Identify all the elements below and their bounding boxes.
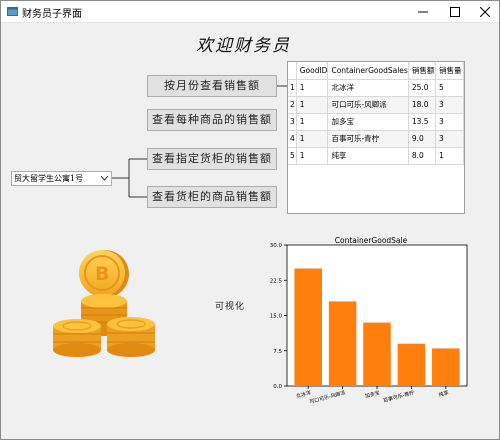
row-number: 1 bbox=[288, 79, 297, 97]
table-cell[interactable]: 1 bbox=[296, 130, 329, 148]
x-tick-label: 加多宝 bbox=[364, 389, 380, 400]
table-row[interactable]: 4 1 百事可乐-青柠 9.0 3 bbox=[288, 130, 464, 148]
row-number: 2 bbox=[288, 96, 297, 114]
table-cell[interactable]: 3 bbox=[435, 113, 464, 131]
y-tick-label: 22.5 bbox=[270, 278, 283, 284]
sales-bar-chart: ContainerGoodSale 0.0 7.5 15.0 22.5 30.0 北冰洋可… bbox=[270, 236, 468, 405]
container-select-value: 贸大留学生公寓1号 bbox=[14, 174, 84, 183]
table-cell[interactable]: 3 bbox=[435, 96, 464, 114]
table-cell[interactable]: 1 bbox=[296, 147, 329, 165]
y-tick-label: 7.5 bbox=[273, 349, 282, 355]
table-row[interactable]: 2 1 可口可乐-风卿派 18.0 3 bbox=[288, 96, 464, 114]
chart-bar bbox=[294, 268, 322, 386]
table-cell[interactable]: 可口可乐-风卿派 bbox=[327, 96, 409, 114]
monthly-sales-button[interactable]: 按月份查看销售额 bbox=[147, 75, 277, 97]
table-cell[interactable]: 5 bbox=[435, 79, 464, 97]
table-cell[interactable]: 1 bbox=[296, 113, 329, 131]
row-number: 4 bbox=[288, 130, 297, 148]
table-cell[interactable]: 8.0 bbox=[408, 147, 437, 165]
table-cell[interactable]: 9.0 bbox=[408, 130, 437, 148]
sales-table[interactable]: GoodID ContainerGoodSales 销售额 销售量 1 1 北冰… bbox=[287, 61, 465, 214]
chart-bar bbox=[432, 348, 460, 386]
table-cell[interactable]: 1 bbox=[296, 79, 329, 97]
x-tick-label: 百事可乐-青柠 bbox=[382, 389, 415, 404]
chart-bar bbox=[363, 322, 391, 386]
finance-window: 财务员子界面 欢迎财务员 按月份查看销售额 查看每种商品的销售额 查看指定货柜的… bbox=[0, 0, 500, 440]
table-cell[interactable]: 1 bbox=[435, 147, 464, 165]
container-sales-button[interactable]: 查看指定货柜的销售额 bbox=[147, 148, 277, 170]
table-cell[interactable]: 18.0 bbox=[408, 96, 437, 114]
table-row[interactable]: 5 1 纯享 8.0 1 bbox=[288, 147, 464, 165]
container-product-sales-button[interactable]: 查看货柜的商品销售额 bbox=[147, 186, 277, 208]
table-cell[interactable]: 13.5 bbox=[408, 113, 437, 131]
table-cell[interactable]: 加多宝 bbox=[327, 113, 409, 131]
chart-bar bbox=[328, 301, 357, 386]
x-tick-label: 可口可乐-风卿派 bbox=[309, 389, 346, 405]
visualization-label: 可视化 bbox=[215, 302, 246, 312]
y-tick-label: 30.0 bbox=[270, 243, 283, 249]
column-header[interactable]: GoodID bbox=[296, 62, 329, 80]
x-tick-label: 北冰洋 bbox=[295, 389, 311, 400]
table-cell[interactable]: 北冰洋 bbox=[327, 79, 409, 97]
table-header-row: GoodID ContainerGoodSales 销售额 销售量 bbox=[288, 62, 464, 80]
column-header[interactable]: 销售额 bbox=[408, 62, 437, 80]
chevron-down-icon bbox=[101, 176, 108, 181]
table-cell[interactable]: 3 bbox=[435, 130, 464, 148]
table-corner bbox=[288, 62, 297, 80]
row-number: 3 bbox=[288, 113, 297, 131]
y-tick-label: 0.0 bbox=[273, 384, 282, 390]
table-row[interactable]: 3 1 加多宝 13.5 3 bbox=[288, 113, 464, 131]
table-row[interactable]: 1 1 北冰洋 25.0 5 bbox=[288, 79, 464, 97]
row-number: 5 bbox=[288, 147, 297, 165]
table-cell[interactable]: 1 bbox=[296, 96, 329, 114]
svg-text:B: B bbox=[95, 263, 109, 285]
product-sales-button[interactable]: 查看每种商品的销售额 bbox=[147, 109, 277, 131]
y-tick-label: 15.0 bbox=[270, 314, 283, 320]
table-cell[interactable]: 百事可乐-青柠 bbox=[327, 130, 409, 148]
column-header[interactable]: 销售量 bbox=[435, 62, 464, 80]
table-cell[interactable]: 纯享 bbox=[327, 147, 409, 165]
coins-illustration: B bbox=[53, 250, 155, 357]
container-select[interactable]: 贸大留学生公寓1号 bbox=[11, 171, 112, 186]
column-header[interactable]: ContainerGoodSales bbox=[327, 62, 409, 80]
chart-bar bbox=[397, 343, 426, 386]
chart-title: ContainerGoodSale bbox=[335, 236, 408, 245]
table-cell[interactable]: 25.0 bbox=[408, 79, 437, 97]
x-tick-label: 纯享 bbox=[438, 389, 449, 398]
